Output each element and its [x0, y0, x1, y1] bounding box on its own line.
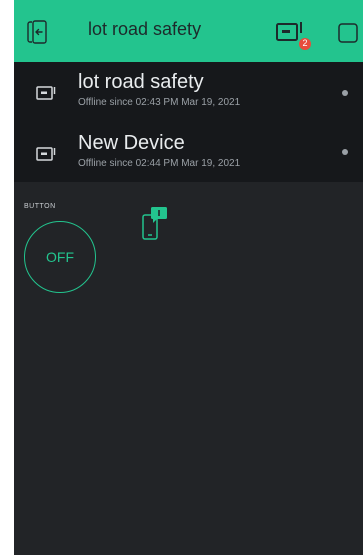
device-name: New Device — [78, 132, 185, 154]
off-button[interactable]: OFF — [24, 221, 96, 293]
status-dot — [342, 149, 348, 155]
status-dot — [342, 90, 348, 96]
app-screen: lot road safety 2 lot road safety Offlin… — [14, 0, 363, 555]
device-icon — [36, 86, 56, 100]
exit-icon — [27, 20, 47, 44]
device-status: Offline since 02:44 PM Mar 19, 2021 — [78, 158, 241, 169]
button-label: OFF — [46, 249, 74, 265]
device-item[interactable]: lot road safety Offline since 02:43 PM M… — [14, 62, 363, 122]
page-title: lot road safety — [88, 19, 202, 39]
devices-button[interactable]: 2 — [274, 18, 314, 52]
device-item[interactable]: New Device Offline since 02:44 PM Mar 19… — [14, 122, 363, 182]
device-status: Offline since 02:43 PM Mar 19, 2021 — [78, 97, 241, 108]
widget-label: BUTTON — [24, 203, 56, 210]
device-icon — [36, 147, 56, 161]
notification-widget-icon[interactable] — [141, 205, 171, 241]
device-list: lot road safety Offline since 02:43 PM M… — [14, 62, 363, 182]
notification-badge: 2 — [298, 37, 312, 51]
top-bar: lot road safety 2 — [14, 0, 363, 62]
notification-count: 2 — [302, 38, 308, 48]
square-icon — [338, 23, 358, 43]
square-button[interactable] — [335, 20, 361, 46]
back-button[interactable] — [22, 17, 52, 47]
device-name: lot road safety — [78, 71, 204, 93]
